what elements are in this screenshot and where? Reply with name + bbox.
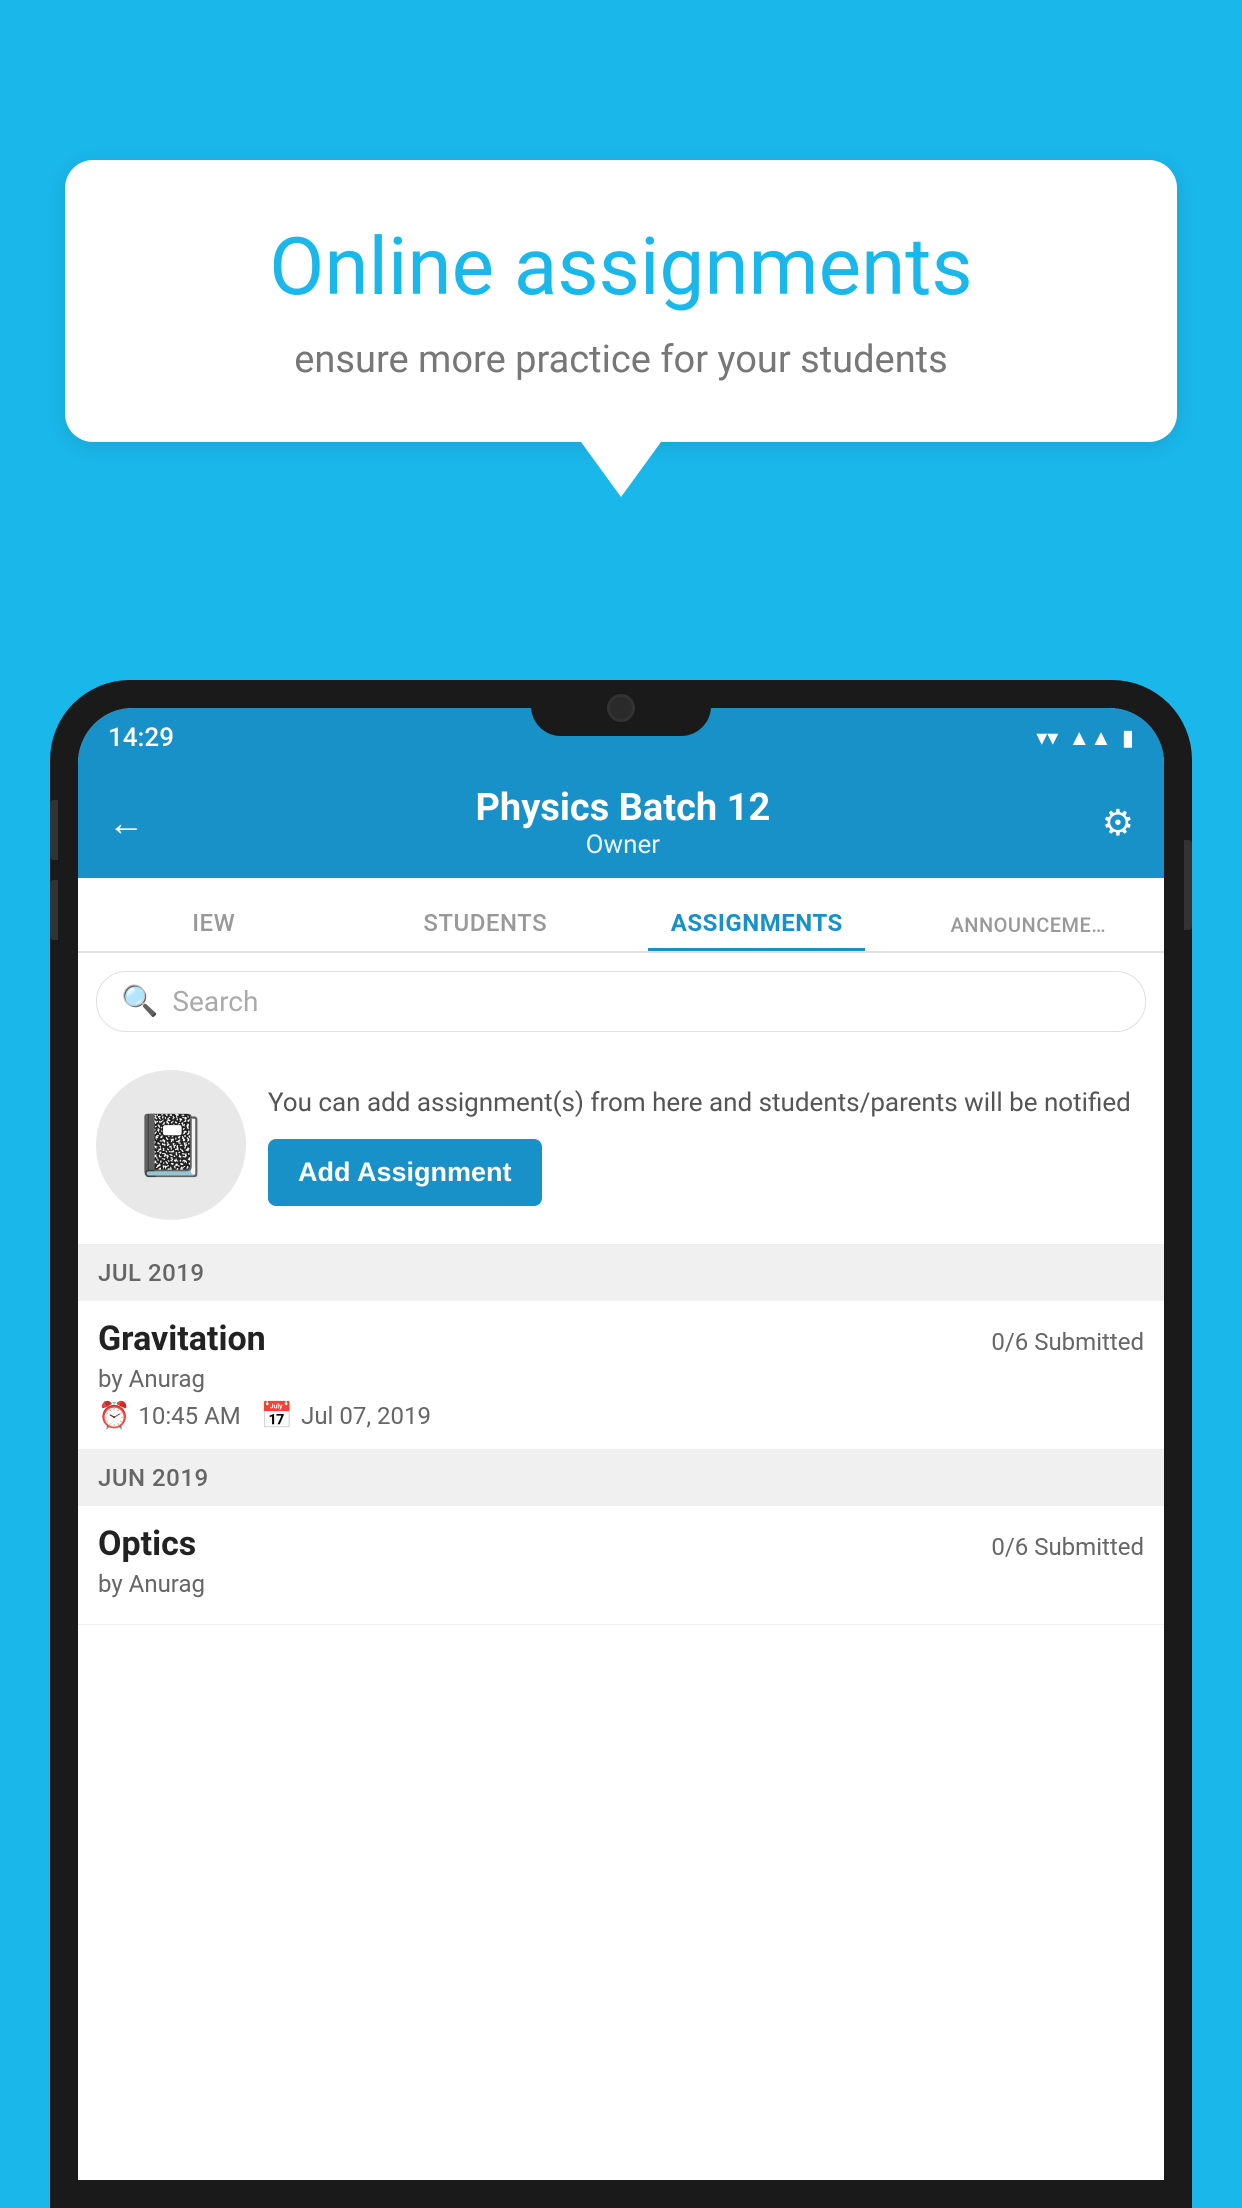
phone-notch bbox=[531, 680, 711, 736]
gear-icon[interactable]: ⚙ bbox=[1102, 802, 1134, 844]
phone-frame: 14:29 ▾▾ ▲▲ ▮ ← Physics Batch 12 Owner ⚙… bbox=[50, 680, 1192, 2208]
assignment-date: 📅 Jul 07, 2019 bbox=[261, 1401, 431, 1431]
notebook-icon: 📓 bbox=[134, 1110, 209, 1181]
assignment-time: ⏰ 10:45 AM bbox=[98, 1401, 241, 1431]
assignment-submitted-optics: 0/6 Submitted bbox=[991, 1533, 1144, 1561]
phone-vol-down bbox=[50, 880, 58, 940]
assignment-name: Gravitation bbox=[98, 1319, 266, 1359]
status-time: 14:29 bbox=[108, 723, 174, 753]
search-icon: 🔍 bbox=[121, 984, 158, 1019]
header-center: Physics Batch 12 Owner bbox=[475, 786, 770, 860]
signal-icon: ▲▲ bbox=[1068, 725, 1112, 751]
assignment-item-gravitation[interactable]: Gravitation 0/6 Submitted by Anurag ⏰ 10… bbox=[78, 1301, 1164, 1450]
add-assignment-description: You can add assignment(s) from here and … bbox=[268, 1084, 1146, 1123]
date-value: Jul 07, 2019 bbox=[301, 1402, 431, 1430]
phone-screen: 14:29 ▾▾ ▲▲ ▮ ← Physics Batch 12 Owner ⚙… bbox=[78, 708, 1164, 2180]
calendar-icon: 📅 bbox=[261, 1401, 293, 1431]
back-button[interactable]: ← bbox=[108, 802, 144, 844]
clock-icon: ⏰ bbox=[98, 1401, 130, 1431]
assignment-meta: ⏰ 10:45 AM 📅 Jul 07, 2019 bbox=[98, 1401, 1144, 1431]
header-title: Physics Batch 12 bbox=[475, 786, 770, 830]
assignment-by: by Anurag bbox=[98, 1365, 1144, 1393]
assignment-top-row-optics: Optics 0/6 Submitted bbox=[98, 1524, 1144, 1564]
speech-bubble-tail bbox=[581, 442, 661, 497]
battery-icon: ▮ bbox=[1122, 726, 1134, 751]
status-icons: ▾▾ ▲▲ ▮ bbox=[1036, 725, 1134, 751]
phone-power-btn bbox=[1184, 840, 1192, 930]
header-subtitle: Owner bbox=[475, 830, 770, 860]
tab-students[interactable]: STUDENTS bbox=[350, 909, 622, 951]
app-header: ← Physics Batch 12 Owner ⚙ bbox=[78, 768, 1164, 878]
time-value: 10:45 AM bbox=[138, 1402, 240, 1430]
tab-announcements[interactable]: ANNOUNCEME… bbox=[893, 913, 1165, 951]
assignment-name-optics: Optics bbox=[98, 1524, 196, 1564]
assignment-top-row: Gravitation 0/6 Submitted bbox=[98, 1319, 1144, 1359]
tab-overview[interactable]: IEW bbox=[78, 909, 350, 951]
phone-camera bbox=[607, 694, 635, 722]
search-bar[interactable]: 🔍 Search bbox=[96, 971, 1146, 1032]
assignment-item-optics[interactable]: Optics 0/6 Submitted by Anurag bbox=[78, 1506, 1164, 1625]
section-header-jul: JUL 2019 bbox=[78, 1245, 1164, 1301]
search-placeholder: Search bbox=[172, 985, 258, 1018]
assignment-icon-circle: 📓 bbox=[96, 1070, 246, 1220]
add-assignment-button[interactable]: Add Assignment bbox=[268, 1139, 542, 1206]
add-assignment-section: 📓 You can add assignment(s) from here an… bbox=[78, 1050, 1164, 1245]
tabs-bar: IEW STUDENTS ASSIGNMENTS ANNOUNCEME… bbox=[78, 878, 1164, 953]
speech-bubble-container: Online assignments ensure more practice … bbox=[65, 160, 1177, 497]
bubble-subtitle: ensure more practice for your students bbox=[135, 338, 1107, 382]
phone-container: 14:29 ▾▾ ▲▲ ▮ ← Physics Batch 12 Owner ⚙… bbox=[50, 680, 1192, 2208]
tab-assignments[interactable]: ASSIGNMENTS bbox=[621, 909, 893, 951]
add-assignment-right: You can add assignment(s) from here and … bbox=[268, 1084, 1146, 1206]
section-header-jun: JUN 2019 bbox=[78, 1450, 1164, 1506]
wifi-icon: ▾▾ bbox=[1036, 726, 1058, 751]
assignment-by-optics: by Anurag bbox=[98, 1570, 1144, 1598]
bubble-title: Online assignments bbox=[135, 220, 1107, 314]
assignment-submitted: 0/6 Submitted bbox=[991, 1328, 1144, 1356]
speech-bubble: Online assignments ensure more practice … bbox=[65, 160, 1177, 442]
phone-vol-up bbox=[50, 800, 58, 860]
